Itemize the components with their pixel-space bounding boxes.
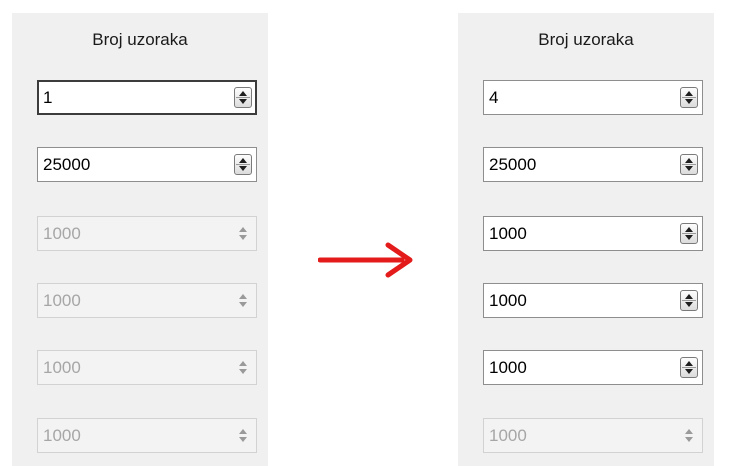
spin-buttons: [234, 290, 252, 311]
sample-count-spinbox-4: 1000: [37, 283, 257, 318]
spin-buttons: [234, 357, 252, 378]
spin-buttons[interactable]: [680, 290, 698, 311]
spin-up-icon[interactable]: [239, 158, 247, 163]
spinbox-value: 1000: [43, 224, 81, 243]
spin-buttons[interactable]: [680, 87, 698, 108]
spinbox-value[interactable]: 1000: [489, 351, 527, 384]
spinbox-value: 1000: [43, 426, 81, 445]
spinbox-value: 1000: [43, 291, 81, 310]
spin-buttons[interactable]: [680, 357, 698, 378]
spin-up-icon: [685, 429, 693, 434]
spin-down-icon: [239, 437, 247, 442]
spinbox-value: 1000: [43, 358, 81, 377]
sample-count-spinbox-3: 1000: [37, 216, 257, 251]
spin-buttons[interactable]: [234, 87, 252, 108]
spin-buttons: [234, 223, 252, 244]
spin-down-icon[interactable]: [685, 235, 693, 240]
spin-divider: [236, 164, 250, 165]
spin-buttons[interactable]: [680, 154, 698, 175]
spinbox-value[interactable]: 1: [43, 82, 52, 113]
spin-up-icon[interactable]: [685, 361, 693, 366]
spin-divider: [682, 367, 696, 368]
spinbox-value[interactable]: 1000: [489, 217, 527, 250]
spin-buttons: [234, 425, 252, 446]
sample-count-spinbox-1[interactable]: 4: [483, 80, 703, 115]
right-panel: Broj uzoraka 4 25000 1000 1000 1000 1000: [458, 13, 714, 466]
right-arrow-icon: [318, 242, 413, 278]
sample-count-spinbox-6: 1000: [483, 418, 703, 453]
panel-title: Broj uzoraka: [92, 30, 188, 49]
sample-count-spinbox-5[interactable]: 1000: [483, 350, 703, 385]
spin-up-icon: [239, 294, 247, 299]
spin-down-icon[interactable]: [685, 99, 693, 104]
spin-divider: [682, 300, 696, 301]
spin-down-icon[interactable]: [685, 369, 693, 374]
sample-count-spinbox-2[interactable]: 25000: [483, 147, 703, 182]
spinbox-value[interactable]: 4: [489, 81, 498, 114]
sample-count-spinbox-4[interactable]: 1000: [483, 283, 703, 318]
spin-up-icon[interactable]: [239, 91, 247, 96]
spinbox-value[interactable]: 25000: [489, 148, 536, 181]
spin-down-icon: [239, 235, 247, 240]
spin-divider: [236, 97, 250, 98]
panel-title: Broj uzoraka: [538, 30, 634, 49]
spin-divider: [682, 233, 696, 234]
sample-count-spinbox-1[interactable]: 1: [37, 80, 257, 115]
spinbox-value[interactable]: 25000: [43, 148, 90, 181]
spin-up-icon[interactable]: [685, 294, 693, 299]
spin-down-icon[interactable]: [685, 166, 693, 171]
spin-up-icon: [239, 429, 247, 434]
spinbox-value[interactable]: 1000: [489, 284, 527, 317]
spin-down-icon[interactable]: [685, 302, 693, 307]
spin-divider: [682, 97, 696, 98]
spin-up-icon: [239, 227, 247, 232]
spin-down-icon: [239, 369, 247, 374]
spin-up-icon[interactable]: [685, 227, 693, 232]
spin-buttons[interactable]: [680, 223, 698, 244]
spin-up-icon: [239, 361, 247, 366]
spin-down-icon[interactable]: [239, 99, 247, 104]
spin-down-icon: [239, 302, 247, 307]
spin-down-icon: [685, 437, 693, 442]
spin-divider: [682, 164, 696, 165]
spinbox-value: 1000: [489, 426, 527, 445]
spin-up-icon[interactable]: [685, 91, 693, 96]
left-panel: Broj uzoraka 1 25000 1000 1000 1000 1000: [12, 13, 268, 466]
spin-buttons: [680, 425, 698, 446]
spin-buttons[interactable]: [234, 154, 252, 175]
spin-down-icon[interactable]: [239, 166, 247, 171]
spin-up-icon[interactable]: [685, 158, 693, 163]
sample-count-spinbox-3[interactable]: 1000: [483, 216, 703, 251]
sample-count-spinbox-5: 1000: [37, 350, 257, 385]
sample-count-spinbox-6: 1000: [37, 418, 257, 453]
sample-count-spinbox-2[interactable]: 25000: [37, 147, 257, 182]
